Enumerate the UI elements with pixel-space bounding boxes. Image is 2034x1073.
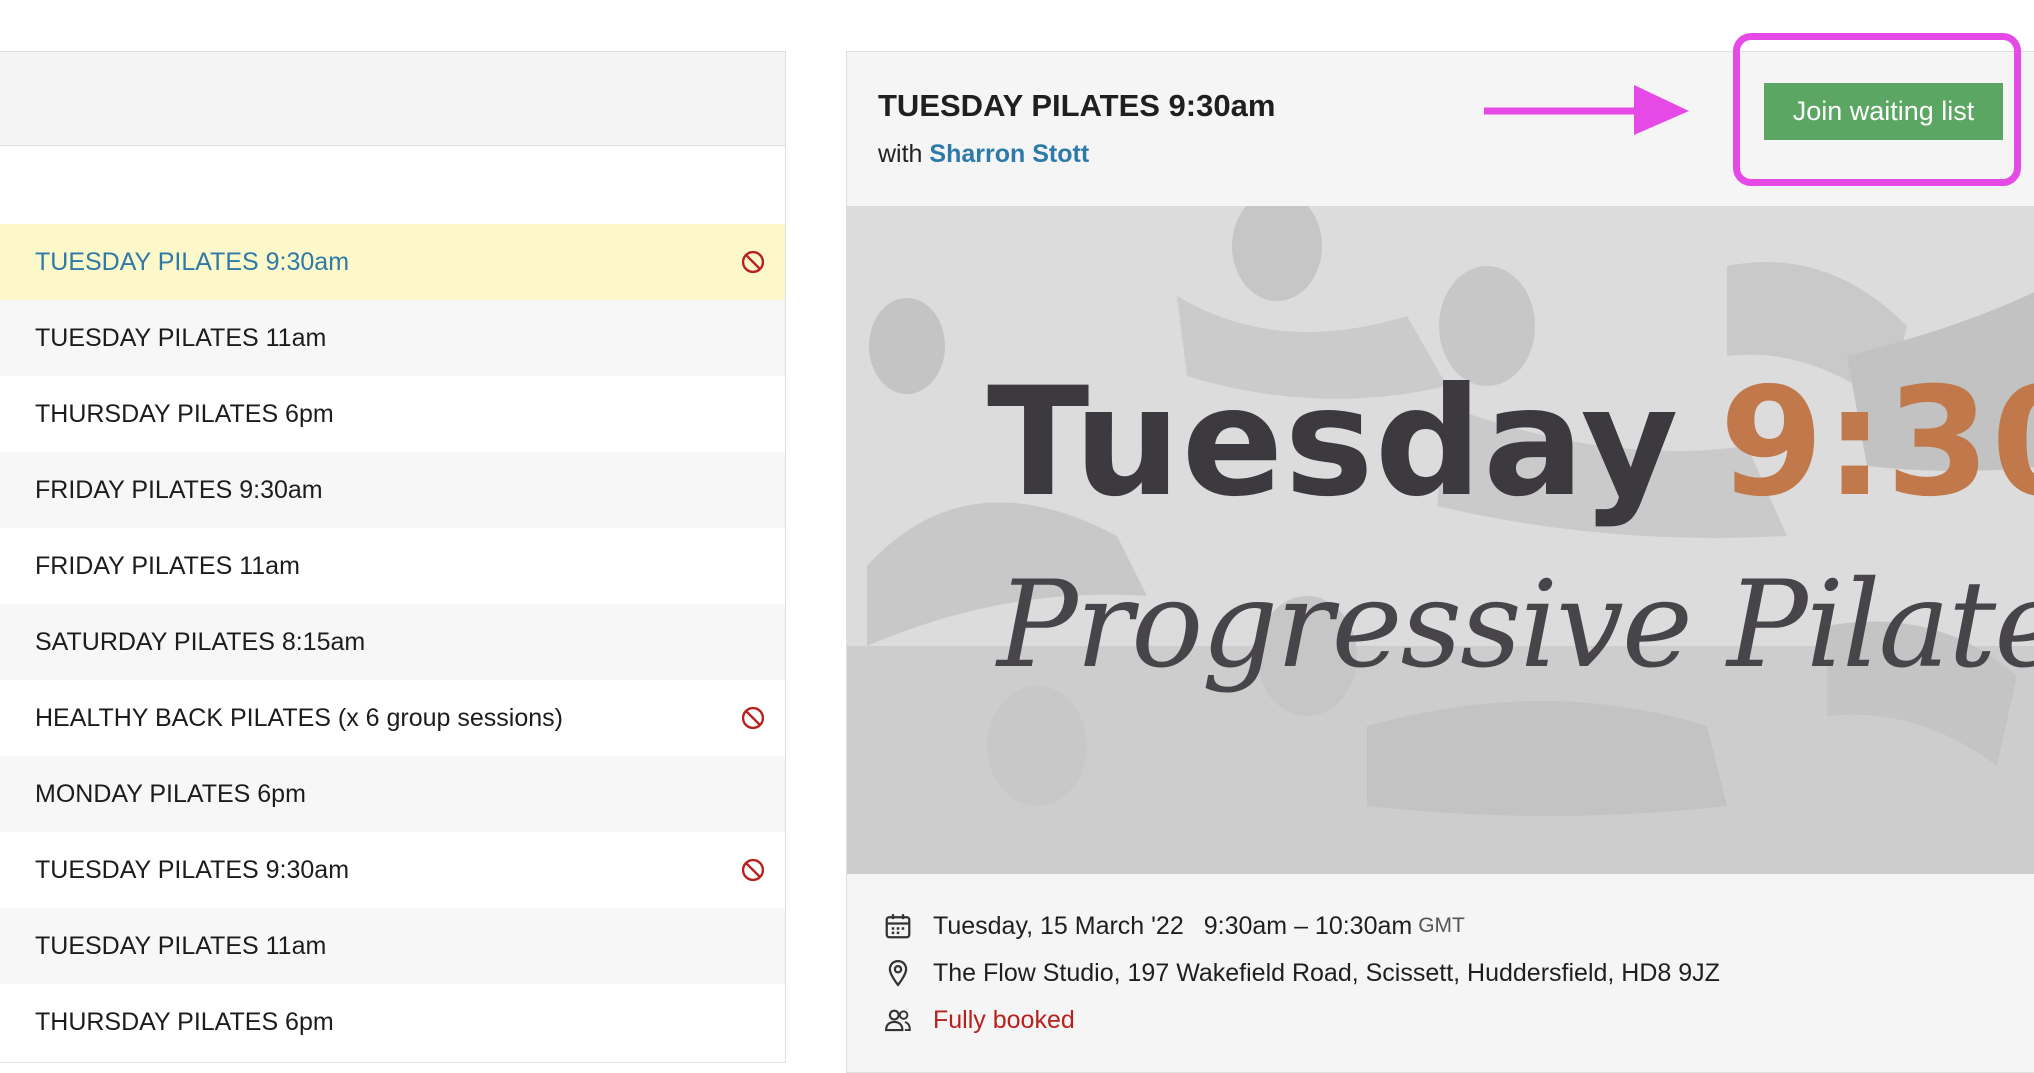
class-list-item-label: TUESDAY PILATES 9:30am: [35, 855, 350, 884]
event-instructor-line: with Sharron Stott: [878, 140, 1089, 169]
class-list-item[interactable]: THURSDAY PILATES 6pm: [0, 376, 785, 452]
event-date-row: Tuesday, 15 March '22 9:30am – 10:30am G…: [883, 911, 1465, 941]
no-entry-icon: [741, 858, 765, 882]
event-time: 9:30am – 10:30am: [1203, 911, 1413, 940]
class-list-item-label: FRIDAY PILATES 11am: [35, 551, 300, 580]
class-list-item-label: HEALTHY BACK PILATES (x 6 group sessions…: [35, 703, 563, 732]
banner-script-text: Progressive Pilates: [997, 556, 2034, 695]
map-pin-icon: [888, 959, 908, 987]
instructor-link[interactable]: Sharron Stott: [929, 140, 1089, 168]
event-location-row: The Flow Studio, 197 Wakefield Road, Sci…: [883, 958, 1720, 988]
class-list-item[interactable]: TUESDAY PILATES 11am: [0, 300, 785, 376]
class-list-item[interactable]: SATURDAY PILATES 8:15am: [0, 604, 785, 680]
with-label: with: [878, 140, 923, 168]
event-date: Tuesday, 15 March '22: [933, 911, 1184, 940]
class-list-item-label: TUESDAY PILATES 11am: [35, 931, 327, 960]
class-list-item[interactable]: TUESDAY PILATES 9:30am: [0, 832, 785, 908]
event-location: The Flow Studio, 197 Wakefield Road, Sci…: [933, 958, 1720, 987]
class-list-item-label: SATURDAY PILATES 8:15am: [35, 627, 366, 656]
event-title: TUESDAY PILATES 9:30am: [878, 88, 1276, 123]
calendar-icon: [885, 914, 911, 939]
class-list-item[interactable]: TUESDAY PILATES 11am: [0, 908, 785, 984]
no-entry-icon: [741, 250, 765, 274]
banner-title: Tuesday9:30: [987, 356, 2034, 530]
banner-day: Tuesday: [987, 356, 1680, 530]
banner-time: 9:30: [1719, 356, 2034, 530]
class-list-item[interactable]: FRIDAY PILATES 11am: [0, 528, 785, 604]
annotation-arrow: [1484, 85, 1689, 135]
event-detail-panel: TUESDAY PILATES 9:30am with Sharron Stot…: [846, 51, 2034, 1073]
banner-background-figures: [847, 206, 2034, 874]
class-list-item[interactable]: TUESDAY PILATES 9:30am: [0, 224, 785, 300]
no-entry-icon: [741, 706, 765, 730]
class-list-panel: TUESDAY PILATES 9:30am TUESDAY PILATES 11…: [0, 51, 786, 1063]
class-list-item[interactable]: FRIDAY PILATES 9:30am: [0, 452, 785, 528]
class-list-item[interactable]: THURSDAY PILATES 6pm: [0, 984, 785, 1060]
class-list-item[interactable]: HEALTHY BACK PILATES (x 6 group sessions…: [0, 680, 785, 756]
class-list-item-label: TUESDAY PILATES 11am: [35, 323, 327, 352]
class-list-item-label: TUESDAY PILATES 9:30am: [35, 247, 350, 276]
class-list: TUESDAY PILATES 9:30am TUESDAY PILATES 11…: [0, 224, 785, 1060]
event-status-row: Fully booked: [883, 1005, 1075, 1035]
class-list-item-label: THURSDAY PILATES 6pm: [35, 1007, 334, 1036]
class-list-header: [0, 52, 785, 146]
event-banner-image: Tuesday9:30 Progressive Pilates: [847, 206, 2034, 874]
class-list-item-label: MONDAY PILATES 6pm: [35, 779, 306, 808]
people-icon: [885, 1009, 911, 1032]
class-list-spacer: [0, 146, 785, 224]
class-list-item[interactable]: MONDAY PILATES 6pm: [0, 756, 785, 832]
class-list-item-label: FRIDAY PILATES 9:30am: [35, 475, 323, 504]
join-waiting-list-button[interactable]: Join waiting list: [1764, 83, 2003, 140]
event-timezone: GMT: [1418, 914, 1465, 937]
class-list-item-label: THURSDAY PILATES 6pm: [35, 399, 334, 428]
event-status: Fully booked: [933, 1005, 1075, 1034]
